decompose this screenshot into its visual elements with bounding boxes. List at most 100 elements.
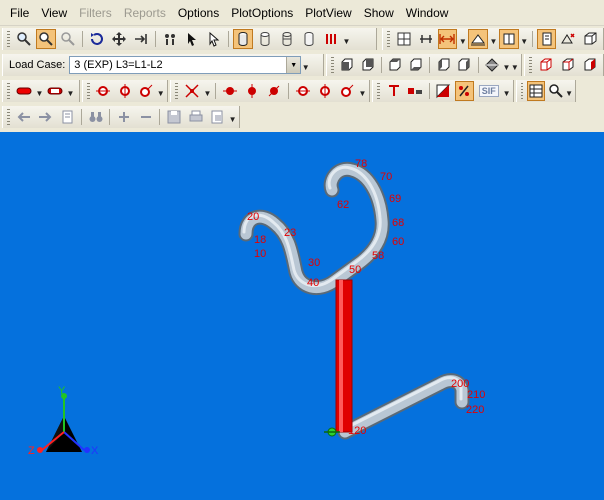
view-front-icon[interactable] — [338, 55, 357, 75]
pipe-color-icon[interactable] — [14, 81, 34, 101]
toolbar-overflow-icon[interactable]: ▼ — [565, 81, 573, 101]
toolbar-overflow-icon[interactable]: ▼ — [342, 29, 351, 49]
piping-model[interactable]: 78 70 69 68 62 20 23 18 10 30 60 58 50 4… — [0, 132, 604, 500]
report-table-icon[interactable] — [527, 81, 546, 101]
view-back-icon[interactable] — [358, 55, 377, 75]
toolbar-grip[interactable] — [7, 109, 10, 125]
displaced-shape-dropdown-icon[interactable]: ▼ — [203, 81, 212, 101]
chevron-down-icon[interactable]: ▼ — [286, 57, 301, 73]
result-rotation-y-icon[interactable] — [115, 81, 134, 101]
pipe-color-dropdown-icon[interactable]: ▼ — [35, 81, 44, 101]
toolbar-overflow-icon[interactable]: ▼ — [358, 81, 367, 101]
toolbar-overflow-icon[interactable]: ▼ — [228, 107, 237, 127]
moment-x-icon[interactable] — [293, 81, 313, 101]
toolbar-overflow-icon[interactable]: ▼ — [511, 55, 519, 75]
moment-z-icon[interactable] — [337, 81, 357, 101]
restraint-dropdown-icon[interactable]: ▼ — [489, 29, 498, 49]
print-icon[interactable] — [186, 107, 206, 127]
plus-icon[interactable] — [114, 107, 134, 127]
rotate-icon[interactable] — [87, 29, 107, 49]
toolbar-grip[interactable] — [521, 83, 524, 99]
toolbar-overflow-icon[interactable]: ▼ — [301, 55, 310, 75]
view-top-icon[interactable] — [386, 55, 405, 75]
stress-contour-icon[interactable] — [433, 81, 452, 101]
export-icon[interactable] — [208, 107, 228, 127]
result-rotation-z-icon[interactable] — [136, 81, 155, 101]
dimension-dropdown-icon[interactable]: ▼ — [458, 29, 467, 49]
model-viewport[interactable]: 78 70 69 68 62 20 23 18 10 30 60 58 50 4… — [0, 132, 604, 500]
menu-show[interactable]: Show — [358, 0, 400, 26]
render-silhouette-icon[interactable] — [277, 29, 297, 49]
pipe-thickness-icon[interactable] — [45, 81, 65, 101]
render-centerline-icon[interactable] — [255, 29, 275, 49]
menu-view[interactable]: View — [35, 0, 73, 26]
menu-file[interactable]: File — [4, 0, 35, 26]
walk-icon[interactable] — [160, 29, 180, 49]
toolbar-grip[interactable] — [87, 83, 90, 99]
element-cube-icon[interactable] — [536, 55, 556, 75]
binoculars-icon[interactable] — [86, 107, 106, 127]
select-group-icon[interactable] — [204, 29, 224, 49]
anchor-icon[interactable] — [498, 29, 519, 49]
toolbar-grip[interactable] — [387, 31, 390, 47]
stress-max-icon[interactable] — [405, 81, 424, 101]
toolbar-overflow-icon[interactable]: ▼ — [156, 81, 165, 101]
back-arrow-icon[interactable] — [14, 107, 34, 127]
forward-arrow-icon[interactable] — [36, 107, 56, 127]
report-find-icon[interactable] — [547, 81, 564, 101]
render-line-icon[interactable] — [321, 29, 341, 49]
pan-icon[interactable] — [109, 29, 129, 49]
hanger-icon[interactable] — [416, 29, 436, 49]
node-number-icon[interactable] — [536, 29, 557, 49]
highlighted-element[interactable] — [335, 279, 353, 433]
anchor-dropdown-icon[interactable]: ▼ — [520, 29, 529, 49]
dimension-icon[interactable] — [437, 29, 458, 49]
view-iso-dropdown-icon[interactable]: ▼ — [502, 55, 510, 75]
element-solid-icon[interactable] — [580, 55, 600, 75]
toolbar-grip[interactable] — [377, 83, 380, 99]
element-box-icon[interactable] — [558, 55, 578, 75]
menu-window[interactable]: Window — [400, 0, 455, 26]
toolbar-separator — [228, 31, 229, 47]
stress-icon[interactable] — [384, 81, 403, 101]
toolbar-grip[interactable] — [7, 31, 10, 47]
node-label-23: 23 — [284, 227, 296, 239]
grid-icon[interactable] — [394, 29, 414, 49]
sif-button[interactable]: SIF — [476, 81, 501, 101]
render-volume-icon[interactable] — [233, 29, 253, 49]
toolbar-overflow-icon[interactable]: ▼ — [66, 81, 75, 101]
displaced-shape-icon[interactable] — [182, 81, 202, 101]
view-iso-icon[interactable] — [483, 55, 502, 75]
stress-percent-icon[interactable] — [454, 81, 475, 101]
toolbar-grip[interactable] — [7, 83, 10, 99]
view-bottom-icon[interactable] — [407, 55, 426, 75]
load-case-dropdown[interactable]: 3 (EXP) L3=L1-L2 ▼ — [69, 56, 302, 74]
force-z-icon[interactable] — [264, 81, 284, 101]
minus-icon[interactable] — [136, 107, 156, 127]
displacement-icon[interactable] — [558, 29, 578, 49]
save-icon[interactable] — [164, 107, 184, 127]
toolbar-overflow-icon[interactable]: ▼ — [502, 81, 511, 101]
toolbar-grip[interactable] — [529, 57, 532, 73]
zoom-extents-icon[interactable] — [58, 29, 78, 49]
zoom-icon[interactable] — [14, 29, 34, 49]
select-icon[interactable] — [182, 29, 202, 49]
box-view-icon[interactable] — [580, 29, 600, 49]
view-right-icon[interactable] — [455, 55, 474, 75]
menu-options[interactable]: Options — [172, 0, 225, 26]
pipe-run[interactable] — [238, 161, 470, 440]
render-wire-icon[interactable] — [299, 29, 319, 49]
menu-plotview[interactable]: PlotView — [299, 0, 357, 26]
force-x-icon[interactable] — [220, 81, 240, 101]
move-icon[interactable] — [131, 29, 151, 49]
result-rotation-x-icon[interactable] — [94, 81, 113, 101]
zoom-window-icon[interactable] — [36, 29, 56, 49]
force-y-icon[interactable] — [242, 81, 262, 101]
view-left-icon[interactable] — [434, 55, 453, 75]
restraint-icon[interactable] — [468, 29, 489, 49]
document-icon[interactable] — [57, 107, 77, 127]
menu-plotoptions[interactable]: PlotOptions — [225, 0, 299, 26]
toolbar-grip[interactable] — [175, 83, 178, 99]
moment-y-icon[interactable] — [315, 81, 335, 101]
toolbar-grip[interactable] — [331, 57, 334, 73]
